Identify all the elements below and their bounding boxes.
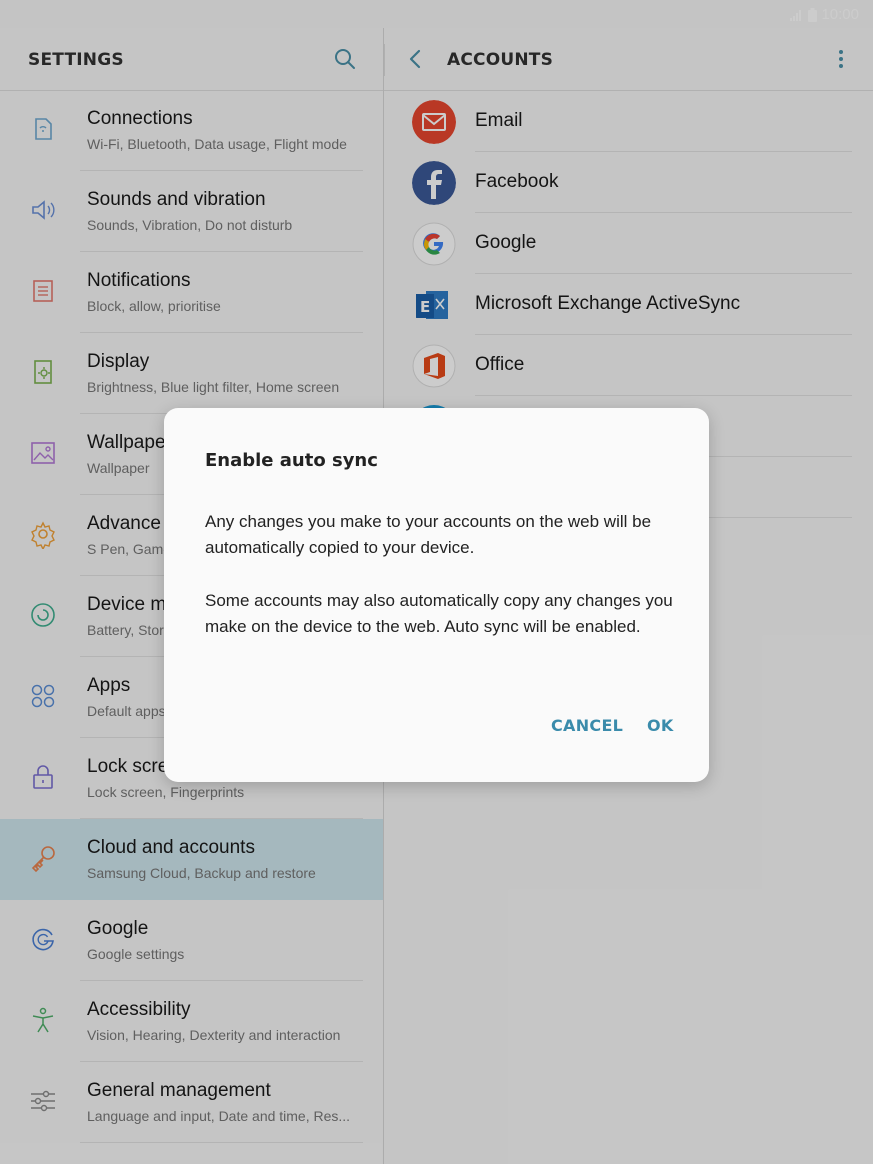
dialog-message-2: Some accounts may also automatically cop… — [205, 591, 673, 636]
enable-auto-sync-dialog: Enable auto sync Any changes you make to… — [164, 408, 709, 782]
dialog-message-1: Any changes you make to your accounts on… — [205, 512, 652, 557]
cancel-button[interactable]: CANCEL — [551, 716, 623, 735]
ok-button[interactable]: OK — [647, 716, 674, 735]
dialog-title: Enable auto sync — [205, 450, 378, 471]
